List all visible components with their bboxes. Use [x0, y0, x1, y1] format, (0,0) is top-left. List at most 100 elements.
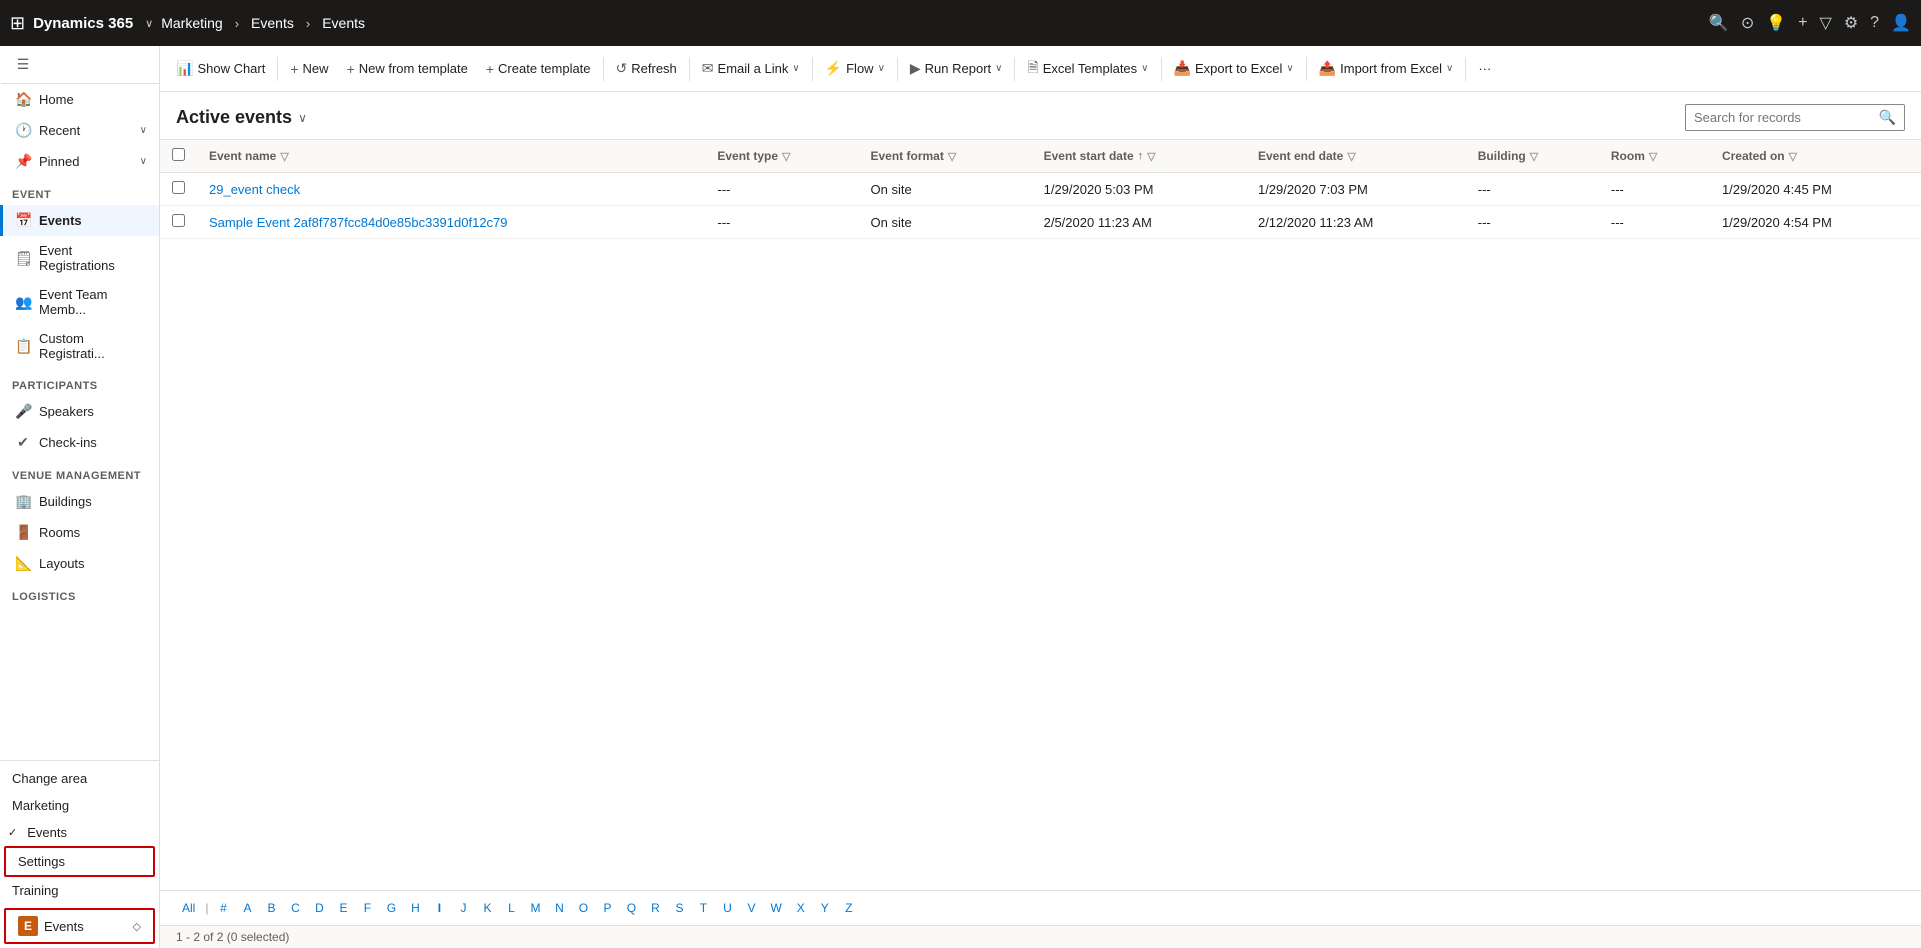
refresh-button[interactable]: ↺ Refresh [608, 56, 685, 81]
toolbar-sep-6 [1014, 57, 1015, 81]
sidebar-item-buildings[interactable]: 🏢 Buildings [0, 486, 159, 517]
alpha-r[interactable]: R [644, 897, 666, 919]
event-name-filter-icon[interactable]: ▽ [280, 150, 288, 163]
sidebar-item-rooms[interactable]: 🚪 Rooms [0, 517, 159, 548]
ca-events-item[interactable]: ✓ Events [0, 819, 159, 846]
row-checkbox[interactable] [172, 214, 185, 227]
toolbar-sep-5 [897, 57, 898, 81]
alpha-m[interactable]: M [524, 897, 546, 919]
ca-training-item[interactable]: Training [0, 877, 159, 904]
lightbulb-icon[interactable]: 💡 [1766, 13, 1786, 33]
export-excel-button[interactable]: 📥 Export to Excel ∨ [1166, 56, 1302, 81]
event-type-filter-icon[interactable]: ▽ [782, 150, 790, 163]
alpha-j[interactable]: J [452, 897, 474, 919]
user-icon[interactable]: 👤 [1891, 13, 1911, 33]
search-box[interactable]: 🔍 [1685, 104, 1905, 131]
breadcrumb-events-1[interactable]: Events [251, 15, 294, 31]
sidebar-item-menu[interactable]: ☰ [0, 46, 159, 84]
app-grid-icon[interactable]: ⊞ [10, 13, 25, 34]
alpha-y[interactable]: Y [814, 897, 836, 919]
alpha-o[interactable]: O [572, 897, 594, 919]
created-on-filter-icon[interactable]: ▽ [1789, 150, 1797, 163]
alpha-n[interactable]: N [548, 897, 570, 919]
new-from-template-button[interactable]: + New from template [339, 57, 476, 81]
alpha-q[interactable]: Q [620, 897, 642, 919]
sidebar-item-speakers[interactable]: 🎤 Speakers [0, 396, 159, 427]
app-chevron-icon[interactable]: ∨ [145, 17, 153, 30]
row-event-name-link[interactable]: 29_event check [209, 182, 300, 197]
ca-settings-item[interactable]: Settings [6, 848, 153, 875]
alpha-i[interactable]: I [428, 897, 450, 919]
table-row[interactable]: Sample Event 2af8f787fcc84d0e85bc3391d0f… [160, 206, 1921, 239]
select-all-checkbox[interactable] [172, 148, 185, 161]
sidebar-item-custom-reg[interactable]: 📋 Custom Registrati... [0, 324, 159, 368]
sidebar-item-recent[interactable]: 🕐 Recent ∨ [0, 115, 159, 146]
row-checkbox[interactable] [172, 181, 185, 194]
import-excel-button[interactable]: 📤 Import from Excel ∨ [1311, 56, 1462, 81]
settings-icon[interactable]: ⚙ [1844, 13, 1858, 33]
row-event-name-link[interactable]: Sample Event 2af8f787fcc84d0e85bc3391d0f… [209, 215, 508, 230]
alpha-b[interactable]: B [260, 897, 282, 919]
sidebar-item-event-registrations[interactable]: 🗒 Event Registrations [0, 236, 159, 280]
alpha-k[interactable]: K [476, 897, 498, 919]
list-title-chevron-icon[interactable]: ∨ [298, 111, 307, 125]
sidebar-item-layouts[interactable]: 📐 Layouts [0, 548, 159, 579]
app-name: Dynamics 365 [33, 15, 133, 32]
new-button[interactable]: + New [282, 57, 336, 81]
plus-icon[interactable]: + [1798, 14, 1807, 32]
alpha-l[interactable]: L [500, 897, 522, 919]
alpha-v[interactable]: V [740, 897, 762, 919]
excel-templates-button[interactable]: 🗎 Excel Templates ∨ [1019, 53, 1156, 85]
event-reg-label: Event Registrations [39, 243, 147, 273]
alpha-g[interactable]: G [380, 897, 402, 919]
alpha-#[interactable]: # [212, 897, 234, 919]
alpha-w[interactable]: W [764, 897, 787, 919]
alpha-h[interactable]: H [404, 897, 426, 919]
alpha-all[interactable]: All [176, 897, 201, 919]
change-area-section: Change area Marketing ✓ Events Settings … [0, 760, 159, 908]
event-format-filter-icon[interactable]: ▽ [948, 150, 956, 163]
alpha-s[interactable]: S [668, 897, 690, 919]
run-report-button[interactable]: ▶ Run Report ∨ [902, 56, 1011, 81]
sidebar-item-home[interactable]: 🏠 Home [0, 84, 159, 115]
alpha-t[interactable]: T [692, 897, 714, 919]
building-filter-icon[interactable]: ▽ [1530, 150, 1538, 163]
table-row[interactable]: 29_event check --- On site 1/29/2020 5:0… [160, 173, 1921, 206]
alpha-x[interactable]: X [790, 897, 812, 919]
help-icon[interactable]: ? [1870, 14, 1879, 32]
alpha-c[interactable]: C [284, 897, 306, 919]
show-chart-button[interactable]: 📊 Show Chart [168, 56, 273, 81]
filter-icon[interactable]: ▽ [1820, 13, 1832, 33]
create-template-button[interactable]: + Create template [478, 57, 599, 81]
sidebar-item-pinned[interactable]: 📌 Pinned ∨ [0, 146, 159, 177]
sidebar-item-events[interactable]: 📅 Events [0, 205, 159, 236]
alpha-f[interactable]: F [356, 897, 378, 919]
event-start-filter-icon[interactable]: ▽ [1147, 150, 1155, 163]
change-area-item[interactable]: Change area [0, 765, 159, 792]
ca-marketing-item[interactable]: Marketing [0, 792, 159, 819]
sidebar-item-event-team[interactable]: 👥 Event Team Memb... [0, 280, 159, 324]
room-filter-icon[interactable]: ▽ [1649, 150, 1657, 163]
email-link-button[interactable]: ✉ Email a Link ∨ [694, 56, 808, 81]
search-icon[interactable]: 🔍 [1709, 13, 1729, 33]
events-bottom-icon: E [18, 916, 38, 936]
alpha-u[interactable]: U [716, 897, 738, 919]
alpha-a[interactable]: A [236, 897, 258, 919]
flow-button[interactable]: ⚡ Flow ∨ [817, 56, 893, 81]
search-input[interactable] [1694, 110, 1873, 125]
alpha-d[interactable]: D [308, 897, 330, 919]
alpha-z[interactable]: Z [838, 897, 860, 919]
sidebar-item-checkins[interactable]: ✔ Check-ins [0, 427, 159, 458]
breadcrumb-events-2[interactable]: Events [322, 15, 365, 31]
alpha-p[interactable]: P [596, 897, 618, 919]
run-report-chevron-icon: ∨ [995, 63, 1002, 74]
more-button[interactable]: ··· [1470, 57, 1499, 80]
bottom-app-events[interactable]: E Events ◇ [4, 908, 155, 944]
alpha-e[interactable]: E [332, 897, 354, 919]
event-end-filter-icon[interactable]: ▽ [1347, 150, 1355, 163]
col-event-start: Event start date ↑ ▽ [1032, 140, 1246, 173]
event-start-sort-icon[interactable]: ↑ [1138, 150, 1144, 162]
circle-check-icon[interactable]: ⊙ [1741, 13, 1754, 33]
custom-reg-label: Custom Registrati... [39, 331, 147, 361]
breadcrumb-marketing[interactable]: Marketing [161, 15, 222, 31]
